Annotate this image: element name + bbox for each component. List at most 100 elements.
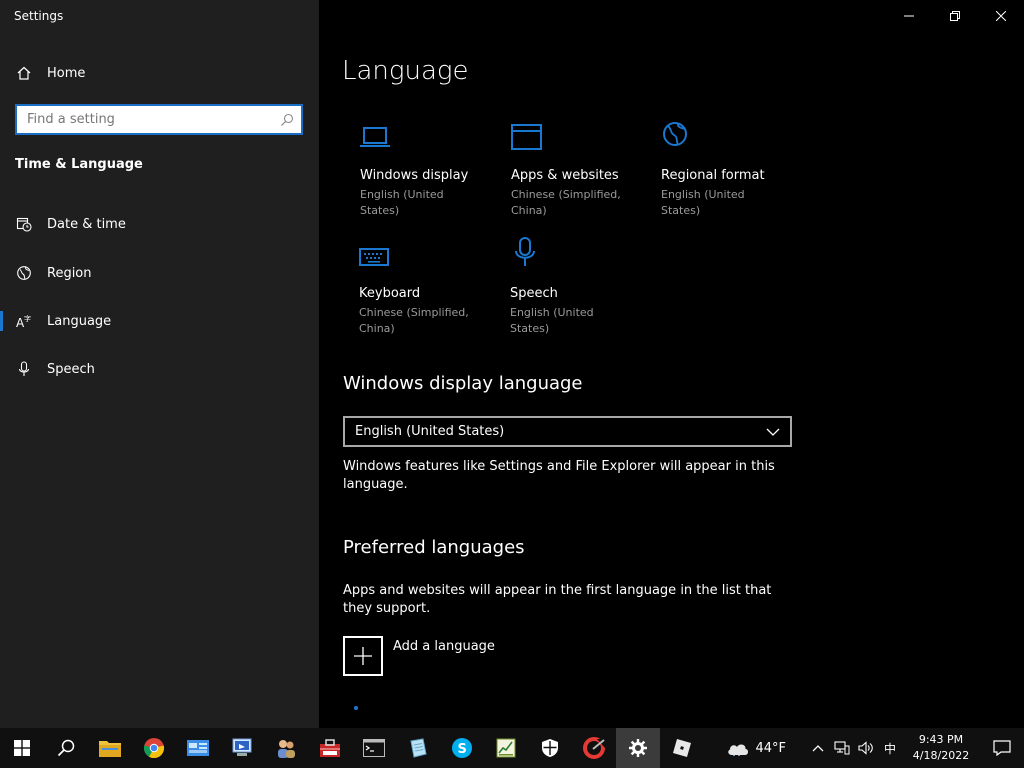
taskbar-app-users[interactable]: [264, 728, 308, 768]
taskbar-app-skype[interactable]: S: [440, 728, 484, 768]
minimize-icon: [904, 15, 914, 17]
restore-button[interactable]: [932, 0, 978, 32]
start-button[interactable]: [0, 728, 44, 768]
chevron-up-icon: [812, 745, 824, 752]
app-title: Settings: [14, 9, 64, 23]
speaker-icon: [858, 741, 873, 755]
taskbar-app-command-prompt[interactable]: [352, 728, 396, 768]
sidebar-item-speech[interactable]: Speech: [0, 349, 319, 389]
home-label: Home: [47, 65, 86, 81]
sidebar-item-label: Speech: [47, 361, 95, 377]
taskbar-app-notepad[interactable]: [396, 728, 440, 768]
window-controls: [886, 0, 1024, 32]
minimize-button[interactable]: [886, 0, 932, 32]
add-language-label: Add a language: [393, 639, 495, 654]
add-language-button[interactable]: Add a language: [343, 636, 495, 676]
taskbar-app-security[interactable]: [528, 728, 572, 768]
taskbar-app-settings[interactable]: [616, 728, 660, 768]
taskbar-app-ccleaner[interactable]: [572, 728, 616, 768]
sidebar-item-date-time[interactable]: Date & time: [0, 204, 319, 244]
taskbar: S 44°F 中 9:43 PM 4/18/2022: [0, 728, 1024, 768]
notification-icon: [993, 740, 1011, 756]
file-explorer-icon: [99, 741, 121, 757]
tile-keyboard[interactable]: Keyboard Chinese (Simplified, China): [359, 236, 509, 337]
roblox-icon: [673, 739, 691, 757]
weather-button[interactable]: [725, 728, 751, 768]
display-language-dropdown[interactable]: English (United States): [343, 416, 792, 447]
tile-windows-display[interactable]: Windows display English (United States): [360, 118, 510, 219]
tile-name: Speech: [510, 286, 558, 301]
tile-speech[interactable]: Speech English (United States): [510, 236, 660, 337]
notification-center-button[interactable]: [980, 728, 1024, 768]
system-tray: 44°F 中 9:43 PM 4/18/2022: [725, 728, 1024, 768]
tile-sub: Chinese (Simplified, China): [359, 306, 469, 335]
loading-spinner-icon: [354, 706, 358, 710]
search-icon: [57, 739, 75, 757]
tile-regional-format[interactable]: Regional format English (United States): [661, 118, 811, 219]
input-method-indicator[interactable]: 中: [878, 728, 902, 768]
ccleaner-icon: [583, 737, 605, 759]
skype-icon: S: [452, 738, 472, 758]
control-panel-icon: [187, 740, 209, 756]
show-hidden-icons-button[interactable]: [806, 728, 830, 768]
toolbox-icon: [320, 739, 340, 757]
display-language-heading: Windows display language: [343, 373, 583, 394]
section-title: Time & Language: [15, 157, 143, 172]
sidebar-item-label: Date & time: [47, 216, 126, 232]
preferred-languages-description: Apps and websites will appear in the fir…: [343, 583, 772, 616]
plus-icon: [343, 636, 383, 676]
settings-gear-icon: [629, 739, 647, 757]
cloud-icon: [728, 744, 749, 756]
command-prompt-icon: [363, 739, 385, 757]
clock-date: 4/18/2022: [912, 749, 970, 762]
tile-apps-websites[interactable]: Apps & websites Chinese (Simplified, Chi…: [511, 118, 661, 219]
users-icon: [278, 740, 295, 758]
close-icon: [996, 11, 1006, 21]
taskbar-app-chrome[interactable]: [132, 728, 176, 768]
sidebar-item-language[interactable]: A字 Language: [0, 301, 319, 341]
taskbar-app-file-explorer[interactable]: [88, 728, 132, 768]
browser-window-icon: [511, 118, 661, 150]
preferred-languages-heading: Preferred languages: [343, 537, 525, 558]
home-nav-item[interactable]: Home: [0, 56, 319, 90]
volume-button[interactable]: [854, 728, 878, 768]
close-button[interactable]: [978, 0, 1024, 32]
tile-sub: English (United States): [360, 188, 444, 217]
settings-window: Settings Home Time & Language Date & tim…: [0, 0, 1024, 728]
spreadsheet-icon: [496, 738, 516, 758]
network-button[interactable]: [830, 728, 854, 768]
chevron-down-icon: [766, 428, 780, 436]
calendar-clock-icon: [16, 216, 32, 232]
svg-text:字: 字: [24, 314, 31, 323]
page-title: Language: [342, 56, 469, 86]
tile-sub: Chinese (Simplified, China): [511, 188, 621, 217]
keyboard-icon: [359, 236, 509, 268]
microphone-icon: [510, 236, 660, 268]
taskbar-search-button[interactable]: [44, 728, 88, 768]
security-shield-icon: [542, 739, 558, 757]
tile-name: Windows display: [360, 168, 469, 183]
taskbar-app-toolbox[interactable]: [308, 728, 352, 768]
display-language-description: Windows features like Settings and File …: [343, 459, 775, 492]
taskbar-app-control-panel[interactable]: [176, 728, 220, 768]
main-content: Language Windows display English (United…: [319, 0, 1024, 728]
laptop-icon: [360, 118, 510, 150]
search-icon[interactable]: [273, 106, 301, 133]
taskbar-app-roblox[interactable]: [660, 728, 704, 768]
start-icon: [14, 740, 30, 756]
search-input[interactable]: [17, 106, 273, 133]
remote-desktop-icon: [232, 738, 252, 756]
taskbar-clock[interactable]: 9:43 PM 4/18/2022: [902, 732, 980, 764]
restore-icon: [950, 11, 960, 21]
taskbar-app-remote-desktop[interactable]: [220, 728, 264, 768]
sidebar-item-region[interactable]: Region: [0, 253, 319, 293]
tile-name: Regional format: [661, 168, 765, 183]
search-box: [15, 104, 303, 135]
globe-icon: [16, 265, 32, 281]
tile-name: Keyboard: [359, 286, 421, 301]
globe-icon: [661, 118, 811, 150]
dropdown-value: English (United States): [355, 424, 505, 439]
sidebar: Settings Home Time & Language Date & tim…: [0, 0, 319, 728]
taskbar-app-spreadsheet[interactable]: [484, 728, 528, 768]
sidebar-item-label: Region: [47, 265, 92, 281]
